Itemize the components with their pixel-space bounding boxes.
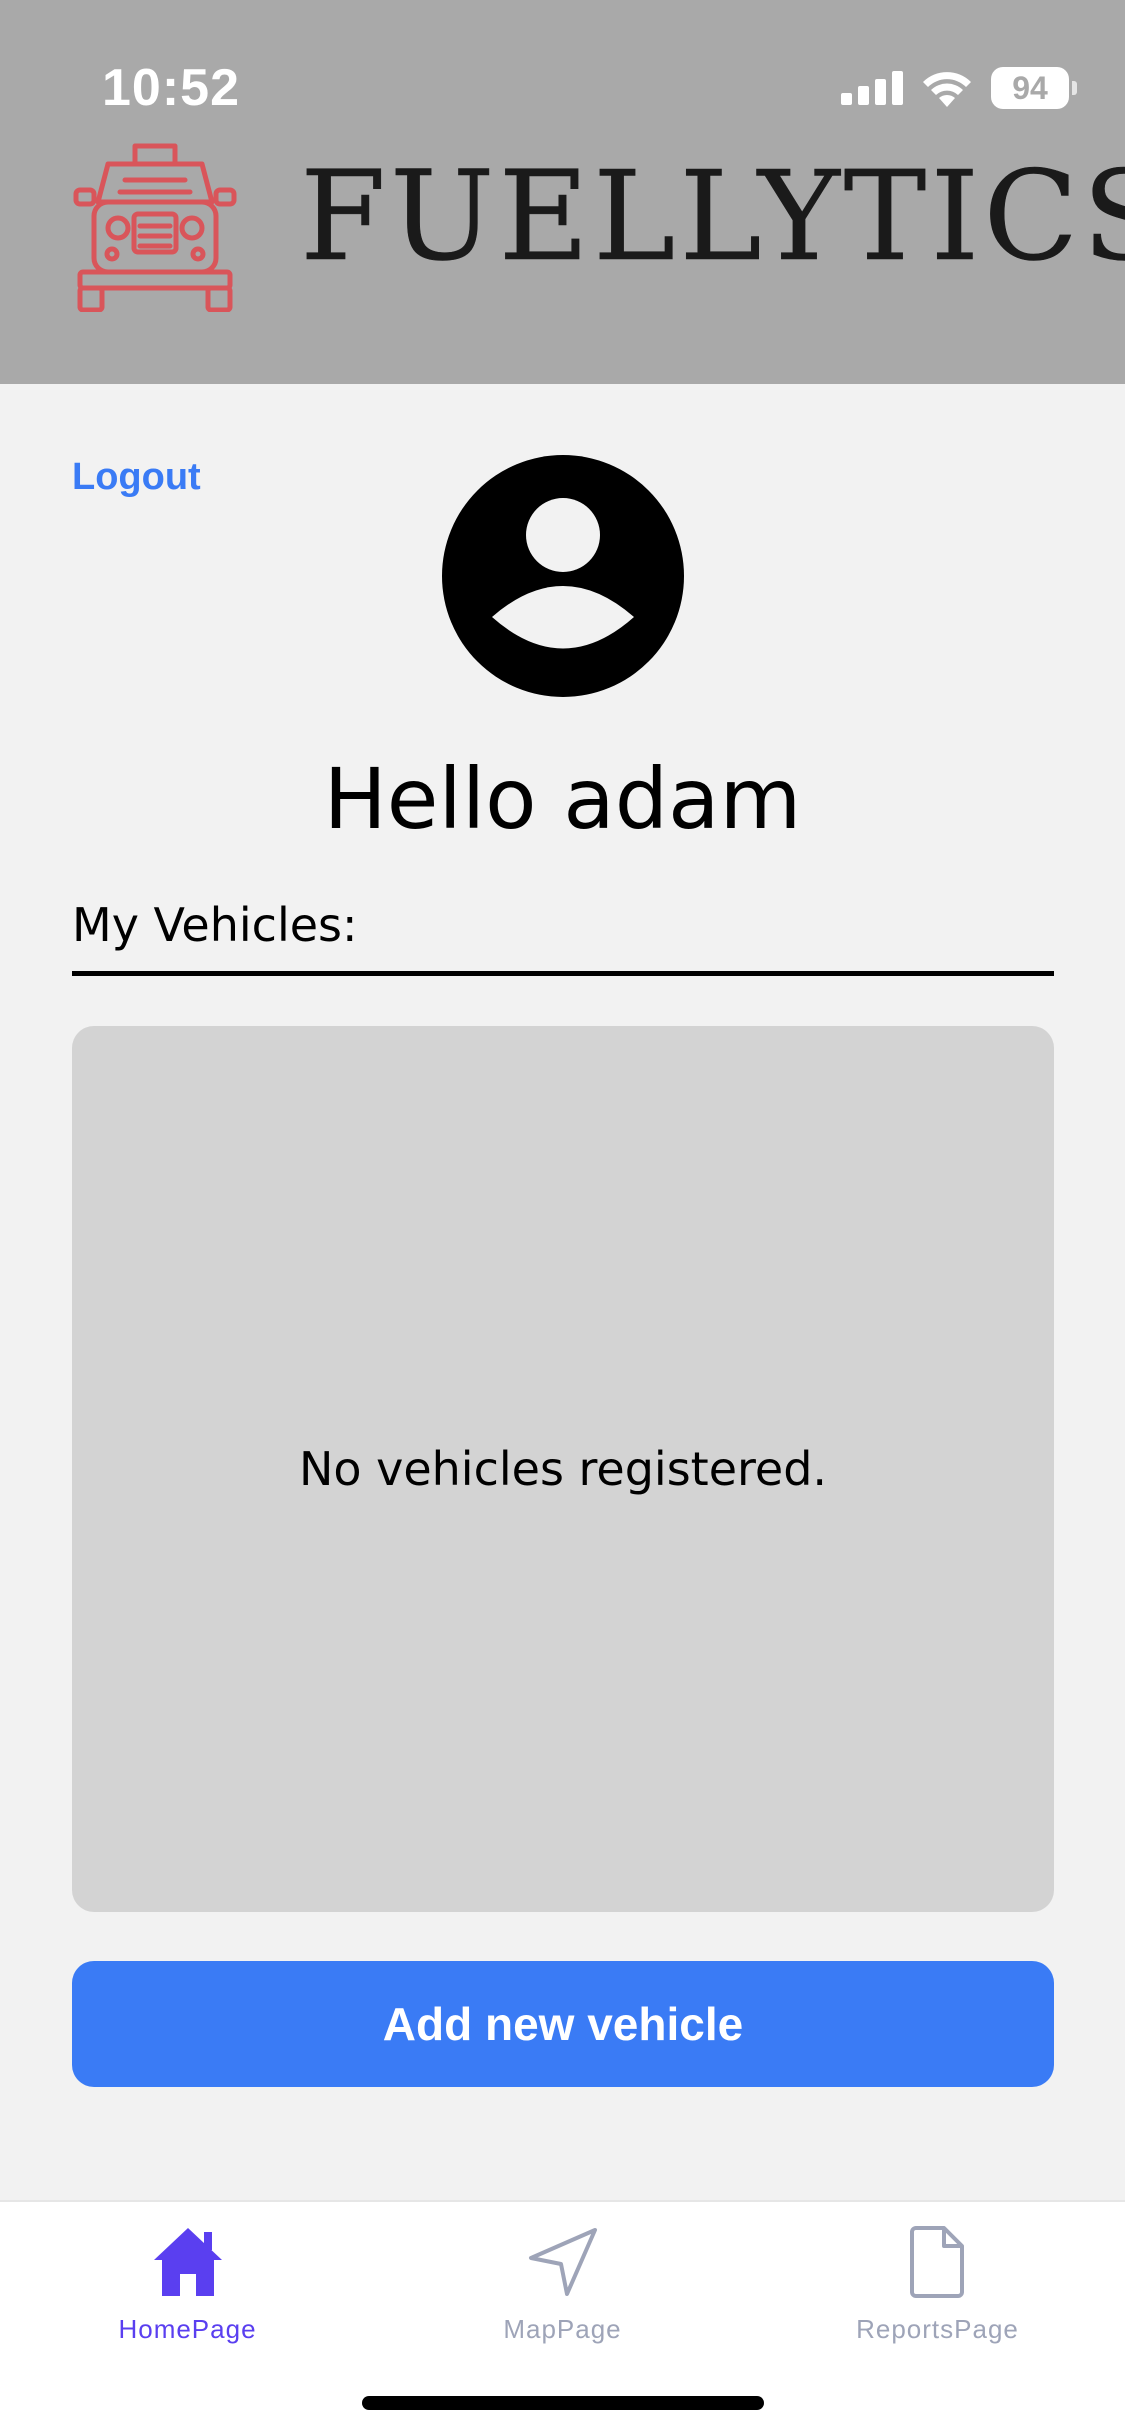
vehicles-list: No vehicles registered. (72, 1026, 1054, 1912)
truck-icon (73, 143, 237, 312)
section-title: My Vehicles: (72, 898, 358, 952)
tab-label-mappage: MapPage (503, 2314, 622, 2344)
empty-state-text: No vehicles registered. (298, 1442, 828, 1496)
tab-label-reportspage: ReportsPage (856, 2314, 1019, 2344)
tab-homepage[interactable]: HomePage (0, 2222, 375, 2372)
navigation-arrow-icon (528, 2228, 597, 2296)
signal-icon (841, 71, 903, 105)
logout-button[interactable]: Logout (72, 456, 201, 499)
section-divider (72, 971, 1054, 976)
greeting-text: Hello adam (323, 750, 802, 848)
tab-reportspage[interactable]: ReportsPage (750, 2222, 1125, 2372)
status-indicators: 94 (841, 64, 1077, 112)
add-vehicle-button[interactable]: Add new vehicle (72, 1961, 1054, 2087)
battery-level: 94 (1012, 69, 1048, 106)
home-screen: 10:52 94 FUELLYTICS Logout Hello adam My… (0, 0, 1125, 2436)
user-avatar-icon[interactable] (442, 455, 684, 697)
home-icon (153, 2228, 222, 2296)
brand-title: FUELLYTICS (300, 145, 1125, 289)
document-icon (909, 2226, 964, 2298)
wifi-icon (923, 72, 971, 107)
tab-label-homepage: HomePage (118, 2314, 257, 2344)
status-time: 10:52 (102, 59, 240, 117)
battery-icon: 94 (991, 67, 1077, 109)
home-indicator (362, 2396, 764, 2410)
tab-mappage[interactable]: MapPage (375, 2222, 750, 2372)
app-header: 10:52 94 FUELLYTICS (0, 0, 1125, 384)
